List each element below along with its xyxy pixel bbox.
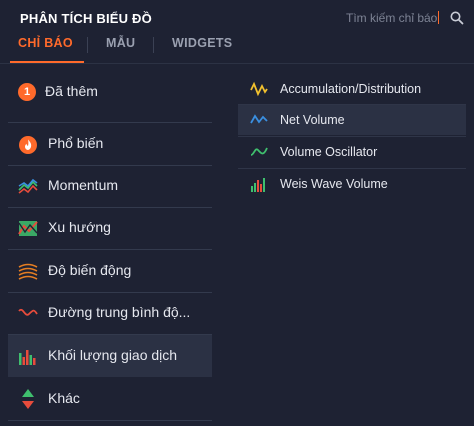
section-divider xyxy=(8,122,212,123)
category-label: Đã thêm xyxy=(45,83,98,99)
momentum-icon xyxy=(18,177,38,195)
indicator-accumulation-distribution[interactable]: Accumulation/Distribution xyxy=(238,74,466,104)
net-volume-icon xyxy=(250,112,268,128)
tab-divider xyxy=(87,37,88,53)
category-volatility[interactable]: Độ biến động xyxy=(8,251,212,291)
category-label: Phổ biến xyxy=(48,135,104,151)
tab-indicators[interactable]: CHỈ BÁO xyxy=(18,36,73,50)
search-placeholder: Tìm kiếm chỉ báo xyxy=(346,11,438,25)
indicator-label: Net Volume xyxy=(280,113,345,127)
category-list: 1 Đã thêm Phổ biến Momentum Xu hướng Độ … xyxy=(0,64,222,426)
added-count-badge: 1 xyxy=(18,83,36,101)
category-trend[interactable]: Xu hướng xyxy=(8,208,212,248)
tab-bar: CHỈ BÁO MẪU WIDGETS xyxy=(0,30,474,64)
category-label: Xu hướng xyxy=(48,219,111,235)
indicator-weis-wave-volume[interactable]: Weis Wave Volume xyxy=(238,169,466,199)
weis-wave-volume-icon xyxy=(250,176,268,192)
indicator-net-volume[interactable]: Net Volume xyxy=(238,105,466,135)
search-input[interactable]: Tìm kiếm chỉ báo xyxy=(346,11,446,27)
trend-icon xyxy=(18,219,38,237)
indicator-volume-oscillator[interactable]: Volume Oscillator xyxy=(238,137,466,167)
item-divider xyxy=(8,249,212,250)
category-momentum[interactable]: Momentum xyxy=(8,166,212,206)
category-label: Momentum xyxy=(48,177,119,193)
category-label: Độ biến động xyxy=(48,262,132,278)
accumulation-distribution-icon xyxy=(250,81,268,97)
category-label: Khác xyxy=(48,390,80,406)
volume-oscillator-icon xyxy=(250,144,268,160)
volume-bars-icon xyxy=(18,347,38,365)
tab-patterns[interactable]: MẪU xyxy=(106,36,135,50)
fire-icon xyxy=(18,135,38,154)
volatility-icon xyxy=(18,262,38,280)
text-caret xyxy=(438,11,440,24)
panel-header: PHÂN TÍCH BIỂU ĐỒ Tìm kiếm chỉ báo CHỈ B… xyxy=(0,0,474,64)
indicator-label: Volume Oscillator xyxy=(280,145,378,159)
other-arrows-icon xyxy=(18,388,38,410)
indicator-label: Accumulation/Distribution xyxy=(280,82,422,96)
panel-title: PHÂN TÍCH BIỂU ĐỒ xyxy=(20,11,152,26)
category-moving-average[interactable]: Đường trung bình độ... xyxy=(8,293,212,333)
item-divider xyxy=(8,420,212,421)
category-added[interactable]: 1 Đã thêm xyxy=(8,72,212,112)
category-popular[interactable]: Phổ biến xyxy=(8,124,212,164)
category-volume[interactable]: Khối lượng giao dịch xyxy=(8,335,212,377)
indicator-label: Weis Wave Volume xyxy=(280,177,388,191)
moving-average-icon xyxy=(18,304,38,322)
tab-widgets[interactable]: WIDGETS xyxy=(172,36,232,50)
category-label: Đường trung bình độ... xyxy=(48,304,191,320)
category-label: Khối lượng giao dịch xyxy=(48,347,178,363)
category-other[interactable]: Khác xyxy=(8,379,212,419)
tab-divider xyxy=(153,37,154,53)
search-icon[interactable] xyxy=(449,10,465,26)
